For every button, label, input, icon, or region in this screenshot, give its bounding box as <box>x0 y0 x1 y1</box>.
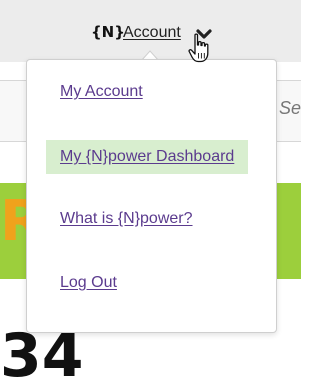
search-placeholder: Se <box>278 98 301 118</box>
menu-item-what-is-npower[interactable]: What is {N}power? <box>60 210 193 228</box>
brand-mark: {N} <box>91 23 125 41</box>
hand-pointer-icon <box>188 33 209 63</box>
account-menu-link[interactable]: Account <box>123 24 181 42</box>
large-number-fragment: 34 <box>0 321 84 391</box>
menu-item-log-out[interactable]: Log Out <box>60 274 117 292</box>
menu-item-my-account[interactable]: My Account <box>60 83 143 101</box>
account-dropdown-menu: My Account My {N}power Dashboard What is… <box>26 59 277 333</box>
menu-item-dashboard[interactable]: My {N}power Dashboard <box>46 140 249 174</box>
